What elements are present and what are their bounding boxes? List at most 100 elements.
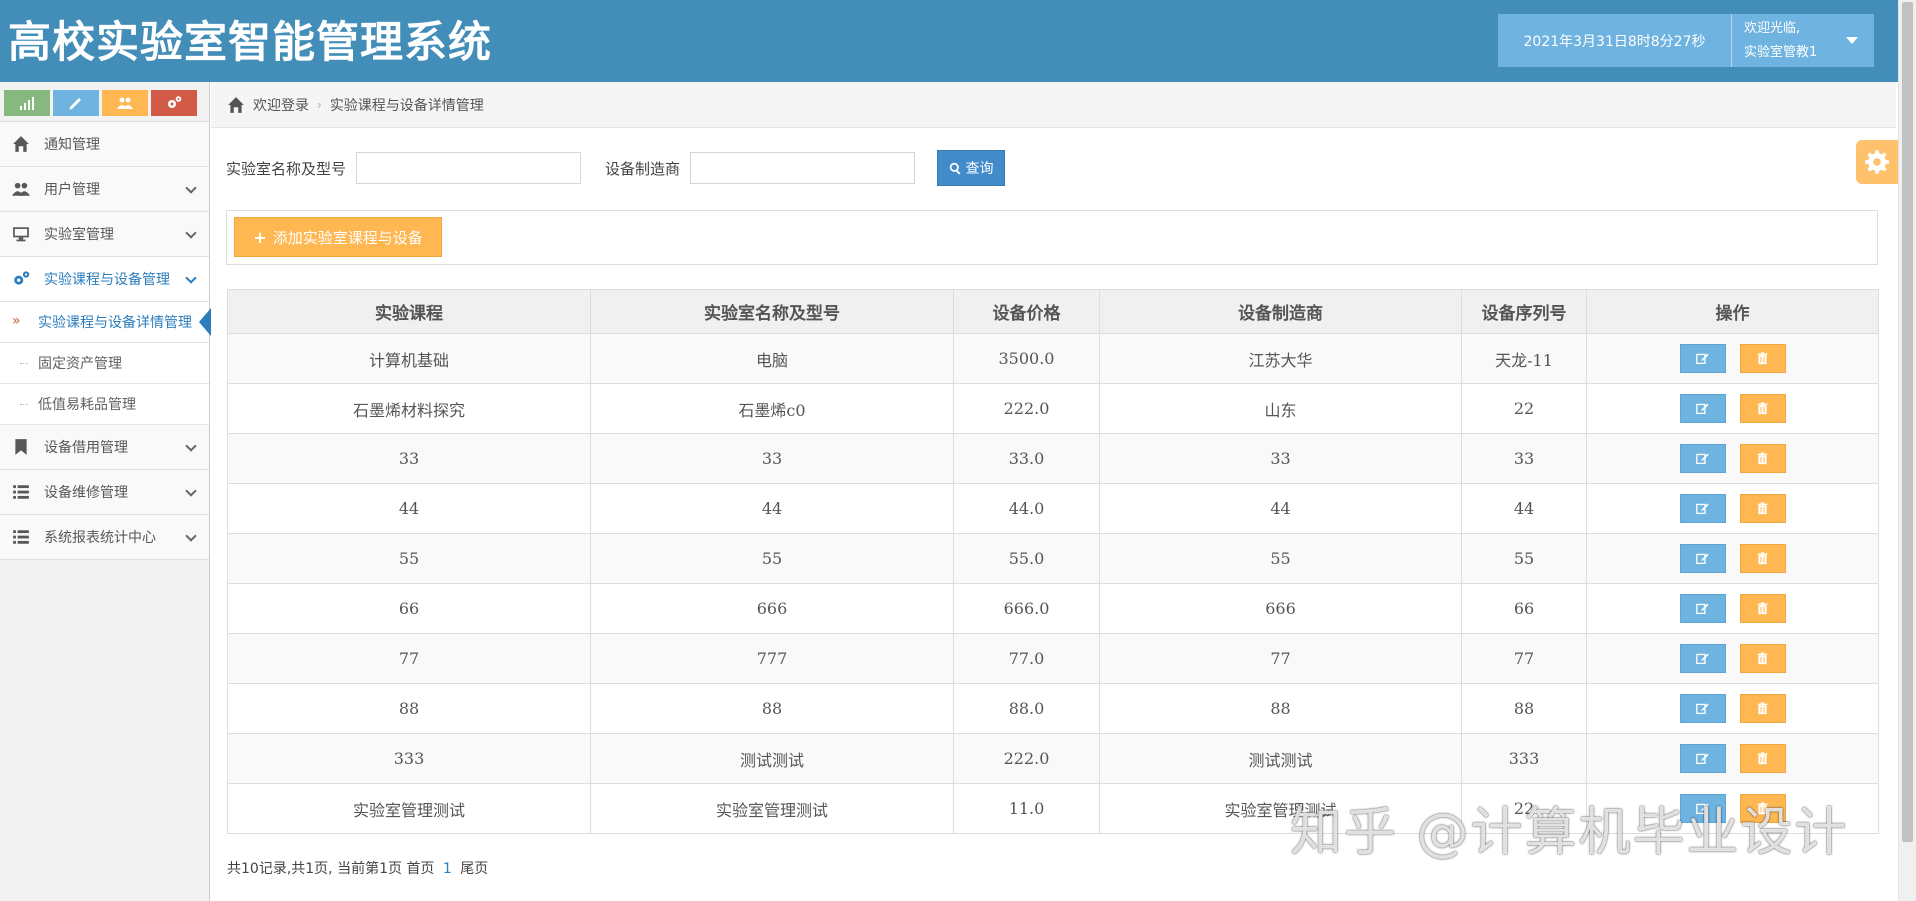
- table-cell: 77: [227, 633, 591, 684]
- delete-button[interactable]: [1739, 744, 1786, 773]
- delete-button[interactable]: [1739, 344, 1786, 373]
- submenu-item-fixed-assets[interactable]: 固定资产管理: [0, 343, 209, 384]
- table-cell: 77: [1461, 633, 1587, 684]
- actions-cell: [1586, 483, 1879, 534]
- chevron-down-icon: [185, 485, 197, 497]
- chevron-down-icon: [185, 272, 197, 284]
- breadcrumb-home-link[interactable]: 欢迎登录: [253, 95, 309, 115]
- caret-down-icon[interactable]: [1846, 37, 1858, 44]
- delete-button[interactable]: [1739, 544, 1786, 573]
- lab-name-input[interactable]: [356, 152, 582, 184]
- table-cell: 55: [1099, 533, 1462, 584]
- table-cell: 55: [227, 533, 591, 584]
- chevron-down-icon: [185, 227, 197, 239]
- table-cell: 88: [227, 683, 591, 734]
- shortcut-signal-button[interactable]: [4, 90, 50, 116]
- settings-toggle-button[interactable]: [1856, 140, 1898, 184]
- submenu-item-label: 低值易耗品管理: [38, 397, 136, 413]
- column-header: 操作: [1586, 289, 1879, 334]
- sidebar-item-label: 实验课程与设备管理: [44, 272, 170, 288]
- edit-button[interactable]: [1679, 344, 1726, 373]
- desktop-icon: [10, 223, 32, 245]
- edit-button[interactable]: [1679, 744, 1726, 773]
- lab-name-label: 实验室名称及型号: [226, 159, 347, 178]
- edit-button[interactable]: [1679, 794, 1726, 823]
- last-page-link[interactable]: 尾页: [460, 861, 488, 877]
- first-page-link[interactable]: 首页: [406, 861, 434, 877]
- delete-button[interactable]: [1739, 394, 1786, 423]
- table-row: 88 88 88.0 88 88: [227, 683, 1879, 734]
- double-angle-right-icon: »: [12, 313, 21, 329]
- list-icon: [10, 481, 32, 503]
- table-cell: 44: [590, 483, 954, 534]
- row-actions: [1588, 685, 1878, 733]
- sidebar-item-courses-equipment[interactable]: 实验课程与设备管理: [0, 257, 209, 302]
- table-row: 计算机基础 电脑 3500.0 江苏大华 天龙-11: [227, 333, 1879, 384]
- add-course-equipment-button[interactable]: + 添加实验室课程与设备: [234, 217, 442, 257]
- table-cell: 55: [590, 533, 954, 584]
- actions-cell: [1586, 633, 1879, 684]
- edit-icon: [1696, 752, 1709, 765]
- table-cell: 666: [1099, 583, 1462, 634]
- table-cell: 电脑: [590, 333, 954, 384]
- sidebar-item-labs[interactable]: 实验室管理: [0, 212, 209, 257]
- edit-button[interactable]: [1679, 494, 1726, 523]
- row-actions: [1588, 735, 1878, 783]
- table-row: 77 777 77.0 77 77: [227, 633, 1879, 684]
- edit-button[interactable]: [1679, 394, 1726, 423]
- delete-button[interactable]: [1739, 644, 1786, 673]
- welcome-text: 欢迎光临,: [1744, 20, 1801, 36]
- vertical-scrollbar[interactable]: [1898, 0, 1916, 901]
- edit-button[interactable]: [1679, 644, 1726, 673]
- trash-icon: [1756, 402, 1769, 415]
- manufacturer-input[interactable]: [690, 152, 916, 184]
- query-button[interactable]: 查询: [937, 150, 1006, 186]
- sidebar-item-label: 通知管理: [44, 137, 100, 153]
- delete-button[interactable]: [1739, 494, 1786, 523]
- row-actions: [1588, 385, 1878, 433]
- delete-button[interactable]: [1739, 794, 1786, 823]
- delete-button[interactable]: [1739, 444, 1786, 473]
- table-cell: 33: [590, 433, 954, 484]
- table-cell: 33: [1461, 433, 1587, 484]
- cogs-icon: [168, 96, 182, 108]
- scrollbar-thumb[interactable]: [1902, 2, 1913, 842]
- trash-icon: [1756, 652, 1769, 665]
- row-actions: [1588, 485, 1878, 533]
- shortcut-users-button[interactable]: [102, 90, 148, 116]
- user-box[interactable]: 2021年3月31日8时8分27秒 欢迎光临, 实验室管教1: [1498, 14, 1874, 67]
- table-cell: 333: [227, 733, 591, 784]
- actions-cell: [1586, 533, 1879, 584]
- delete-button[interactable]: [1739, 594, 1786, 623]
- delete-button[interactable]: [1739, 694, 1786, 723]
- trash-icon: [1756, 802, 1769, 815]
- submenu-item-course-equipment-details[interactable]: » 实验课程与设备详情管理: [0, 302, 211, 343]
- sidebar-item-users[interactable]: 用户管理: [0, 167, 209, 212]
- current-datetime: 2021年3月31日8时8分27秒: [1498, 14, 1732, 67]
- gear-icon: [1865, 150, 1889, 174]
- table-cell: 66: [1461, 583, 1587, 634]
- sidebar-item-equipment-borrowing[interactable]: 设备借用管理: [0, 425, 209, 470]
- pagination: 共10记录,共1页, 当前第1页 首页 1 尾页: [227, 858, 488, 878]
- table-cell: 55.0: [953, 533, 1100, 584]
- sidebar-item-reports[interactable]: 系统报表统计中心: [0, 515, 209, 560]
- table-cell: 计算机基础: [227, 333, 591, 384]
- user-info[interactable]: 欢迎光临, 实验室管教1: [1732, 17, 1846, 65]
- table-cell: 天龙-11: [1461, 333, 1587, 384]
- home-icon: [10, 133, 32, 155]
- submenu-item-consumables[interactable]: 低值易耗品管理: [0, 384, 209, 425]
- edit-button[interactable]: [1679, 444, 1726, 473]
- actions-cell: [1586, 783, 1879, 834]
- table-cell: 11.0: [953, 783, 1100, 834]
- edit-button[interactable]: [1679, 694, 1726, 723]
- sidebar-item-equipment-repair[interactable]: 设备维修管理: [0, 470, 209, 515]
- shortcut-pencil-button[interactable]: [53, 90, 99, 116]
- users-icon: [117, 97, 133, 109]
- username: 实验室管教1: [1744, 44, 1818, 60]
- table-cell: 石墨烯材料探究: [227, 383, 591, 434]
- sidebar-item-notices[interactable]: 通知管理: [0, 122, 209, 167]
- edit-button[interactable]: [1679, 594, 1726, 623]
- table-cell: 55: [1461, 533, 1587, 584]
- shortcut-cogs-button[interactable]: [151, 90, 197, 116]
- edit-button[interactable]: [1679, 544, 1726, 573]
